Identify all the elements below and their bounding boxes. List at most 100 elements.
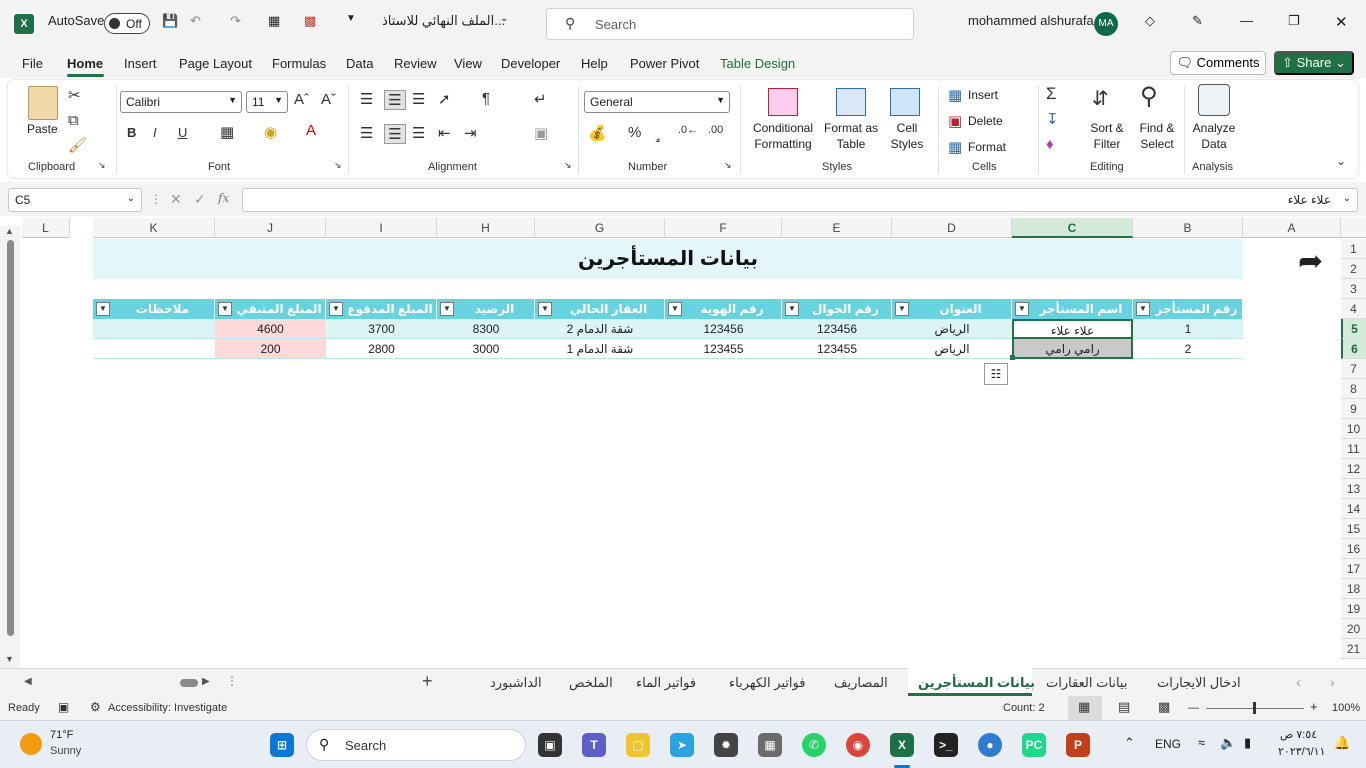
row-header-14[interactable]: 14 <box>1341 499 1366 519</box>
number-format-select[interactable]: General ▼ <box>584 91 730 113</box>
cut-icon[interactable]: ✂ <box>68 86 81 104</box>
task-view-icon[interactable]: ▣ <box>538 733 562 757</box>
table-cell[interactable]: شقة الدمام 2 <box>535 319 665 339</box>
insert-function-icon[interactable]: fx <box>218 191 229 205</box>
row-header-3[interactable]: 3 <box>1341 279 1366 299</box>
expand-formula-icon[interactable]: ⌄ <box>1343 193 1351 204</box>
table-header[interactable]: ▼ رقم الهوية <box>665 299 782 319</box>
row-header-5[interactable]: 5 <box>1341 319 1366 339</box>
table-header[interactable]: ▼ الرصيد <box>437 299 535 319</box>
table-header[interactable]: ▼ رقم المستأجر <box>1133 299 1243 319</box>
align-center-icon[interactable]: ☰ <box>384 124 406 144</box>
avatar[interactable]: MA <box>1094 12 1118 36</box>
text-direction-icon[interactable]: ¶ <box>482 90 490 107</box>
sort-filter-button[interactable]: Sort & Filter <box>1088 120 1126 152</box>
column-header-b[interactable]: B <box>1133 218 1243 238</box>
horizontal-scroll-thumb[interactable] <box>180 679 198 687</box>
row-header-6[interactable]: 6 <box>1341 339 1366 359</box>
minimize-icon[interactable]: — <box>1240 13 1253 28</box>
zoom-in-icon[interactable]: + <box>1310 699 1318 714</box>
currency-icon[interactable]: 💰 <box>588 124 607 142</box>
table-header[interactable]: ▼ ملاحظات <box>93 299 215 319</box>
accessibility-status[interactable]: Accessibility: Investigate <box>108 702 227 714</box>
sheet-tab-properties[interactable]: بيانات العقارات <box>1046 675 1127 691</box>
form-icon[interactable]: ▦ <box>268 13 280 29</box>
decrease-indent-icon[interactable]: ⇤ <box>438 124 451 142</box>
tab-insert[interactable]: Insert <box>124 56 157 71</box>
clear-icon[interactable]: ♦ <box>1046 136 1054 153</box>
fill-icon[interactable]: ↧ <box>1046 110 1059 128</box>
table-cell[interactable]: 1 <box>1133 319 1243 339</box>
tab-view[interactable]: View <box>454 56 482 71</box>
cell-styles-button[interactable]: Cell Styles <box>888 120 926 152</box>
cell-styles-icon[interactable] <box>890 88 920 116</box>
font-name-select[interactable]: Calibri ▼ <box>120 91 242 113</box>
italic-button[interactable]: I <box>153 125 157 140</box>
delete-cells-icon[interactable]: ▣ <box>948 112 962 130</box>
conditional-formatting-icon[interactable] <box>768 88 798 116</box>
tab-help[interactable]: Help <box>581 56 608 71</box>
table-icon[interactable]: ▩ <box>304 13 316 29</box>
insert-cells-icon[interactable]: ▦ <box>948 86 962 104</box>
percent-icon[interactable]: % <box>628 124 641 141</box>
table-cell[interactable]: 4600 <box>215 319 326 339</box>
copy-icon[interactable]: ⧉ <box>68 112 79 129</box>
bold-button[interactable]: B <box>127 125 136 140</box>
accessibility-icon[interactable]: ⚙ <box>90 700 101 714</box>
filter-dropdown-icon[interactable]: ▼ <box>785 302 799 316</box>
find-select-button[interactable]: Find & Select <box>1134 120 1180 152</box>
name-box[interactable]: C5 ⌄ <box>8 188 142 212</box>
conditional-formatting-button[interactable]: Conditional Formatting <box>748 120 818 152</box>
restore-icon[interactable]: ❐ <box>1288 13 1300 29</box>
increase-indent-icon[interactable]: ⇥ <box>464 124 477 142</box>
row-header-16[interactable]: 16 <box>1341 539 1366 559</box>
enter-icon[interactable]: ✓ <box>194 191 206 208</box>
zoom-out-icon[interactable]: — <box>1188 702 1199 714</box>
row-header-2[interactable]: 2 <box>1341 259 1366 279</box>
table-cell[interactable]: الرياض <box>892 339 1012 359</box>
vertical-scroll-thumb[interactable] <box>7 240 14 636</box>
paste-icon[interactable] <box>28 86 58 120</box>
table-cell[interactable] <box>93 319 215 339</box>
scroll-up-icon[interactable]: ▲ <box>5 226 14 236</box>
increase-font-icon[interactable]: Aˆ <box>294 91 309 108</box>
filter-dropdown-icon[interactable]: ▼ <box>440 302 454 316</box>
orientation-icon[interactable]: ➚ <box>438 90 451 108</box>
more-options-icon[interactable]: ⋮ <box>150 192 162 206</box>
filter-dropdown-icon[interactable]: ▼ <box>895 302 909 316</box>
find-select-icon[interactable]: ⚲ <box>1140 82 1158 111</box>
worksheet-grid[interactable]: L K J I H G F E D C B A ▲ ▼ 1 2 3 4 5 6 … <box>0 218 1366 668</box>
row-header-13[interactable]: 13 <box>1341 479 1366 499</box>
analyze-data-button[interactable]: Analyze Data <box>1190 120 1238 152</box>
tab-data[interactable]: Data <box>346 56 373 71</box>
column-header-d[interactable]: D <box>892 218 1012 238</box>
column-header-k[interactable]: K <box>93 218 215 238</box>
chrome-icon[interactable]: ◉ <box>846 733 870 757</box>
selected-cell[interactable]: رامي رامي <box>1012 339 1133 359</box>
sheet-tab-tenants[interactable]: بيانات المستأجرين <box>918 675 1035 691</box>
redo-icon[interactable]: ↷ <box>230 13 241 29</box>
clock-time[interactable]: ٧:٥٤ ص <box>1280 728 1317 741</box>
align-top-icon[interactable]: ☰ <box>360 90 373 108</box>
column-header-l[interactable]: L <box>22 218 70 238</box>
delete-cells-button[interactable]: Delete <box>968 114 1003 128</box>
page-break-view-icon[interactable]: ▩ <box>1158 699 1170 715</box>
row-header-19[interactable]: 19 <box>1341 599 1366 619</box>
align-right-icon[interactable]: ☰ <box>412 124 425 142</box>
format-cells-icon[interactable]: ▦ <box>948 138 962 156</box>
filter-dropdown-icon[interactable]: ▼ <box>218 302 232 316</box>
formula-input[interactable]: علاء علاء ⌄ <box>242 188 1358 212</box>
table-cell[interactable]: 3000 <box>437 339 535 359</box>
table-cell[interactable]: 2 <box>1133 339 1243 359</box>
filter-dropdown-icon[interactable]: ▼ <box>1136 302 1150 316</box>
alignment-dialog-launcher-icon[interactable]: ↘ <box>564 160 572 171</box>
filter-dropdown-icon[interactable]: ▼ <box>329 302 343 316</box>
table-header[interactable]: ▼ المبلغ المدفوع <box>326 299 437 319</box>
decrease-decimal-icon[interactable]: .00 <box>708 124 723 136</box>
table-cell[interactable]: شقة الدمام 1 <box>535 339 665 359</box>
table-cell[interactable]: الرياض <box>892 319 1012 339</box>
table-cell[interactable]: 8300 <box>437 319 535 339</box>
select-all-corner[interactable] <box>1341 218 1366 238</box>
autosave-toggle[interactable]: Off <box>104 13 150 34</box>
number-dialog-launcher-icon[interactable]: ↘ <box>724 160 732 171</box>
